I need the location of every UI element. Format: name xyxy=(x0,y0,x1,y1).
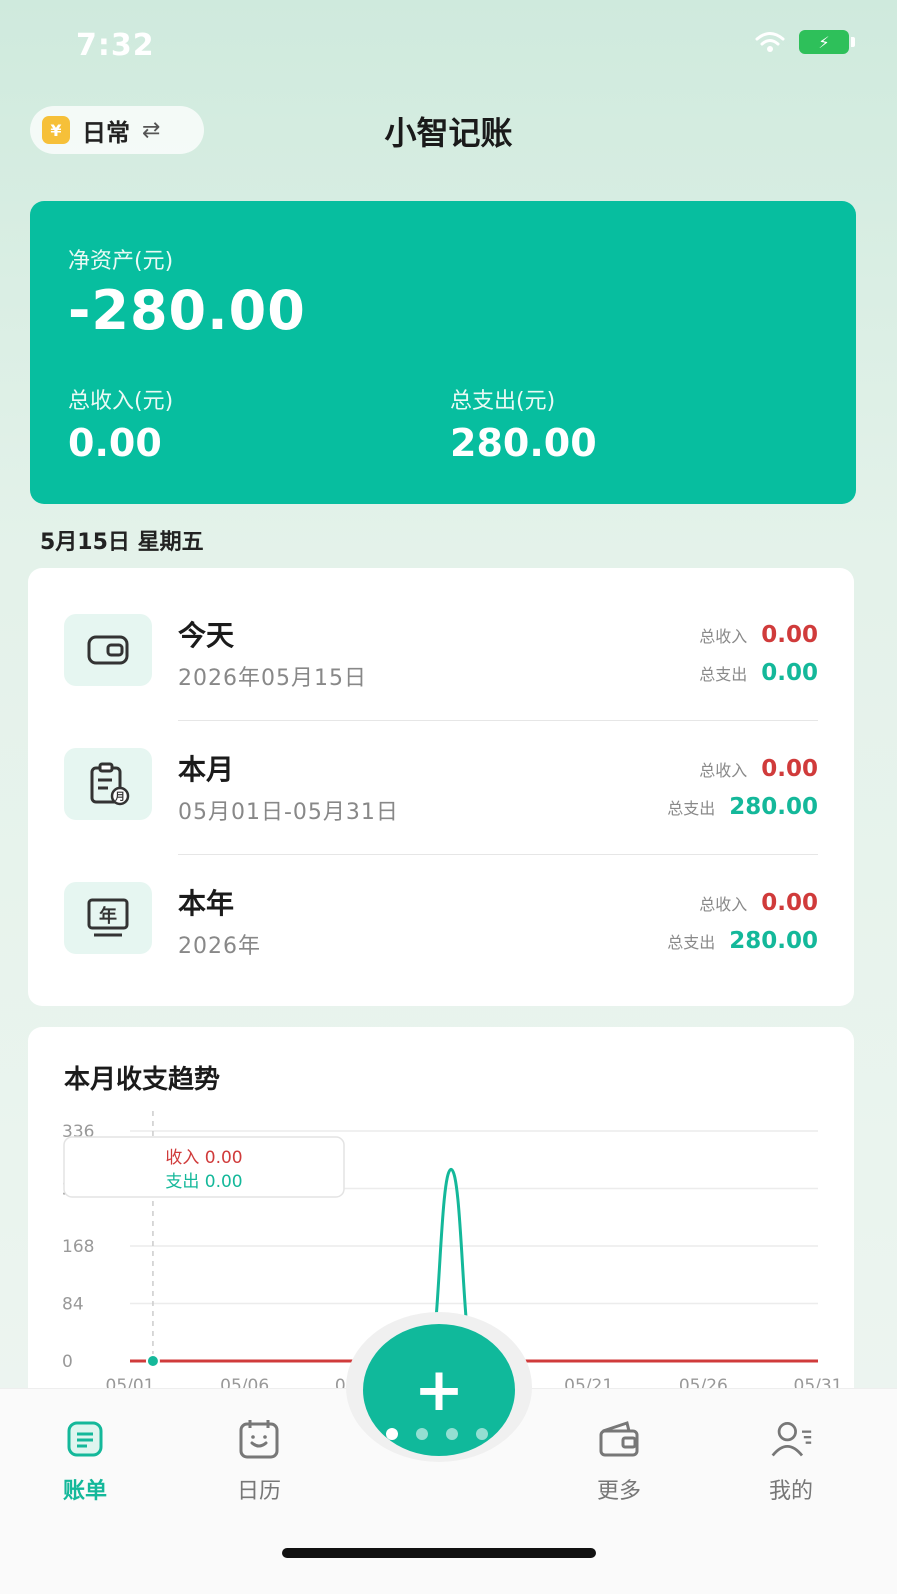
stat-expense: 总支出 280.00 xyxy=(667,928,818,954)
stat-row-month[interactable]: 月 本月 05月01日-05月31日 总收入 0.00 总支出 280.00 xyxy=(28,702,854,836)
net-asset-summary-card[interactable]: 净资产(元) -280.00 总收入(元) 0.00 总支出(元) 280.00 xyxy=(30,201,856,504)
stat-expense-value: 280.00 xyxy=(729,794,818,820)
net-asset-label: 净资产(元) xyxy=(68,249,174,274)
stat-title: 本年 xyxy=(178,887,235,920)
wifi-icon xyxy=(755,32,785,52)
tab-label: 日历 xyxy=(236,1479,281,1504)
stat-expense-value: 0.00 xyxy=(761,660,818,686)
stat-income: 总收入 0.00 xyxy=(699,756,818,782)
tooltip-expense: 支出 0.00 xyxy=(165,1172,242,1192)
wallet-icon xyxy=(597,1417,641,1461)
tab-label: 账单 xyxy=(62,1479,107,1504)
stat-expense-value: 280.00 xyxy=(729,928,818,954)
calendar-icon xyxy=(237,1417,281,1461)
stat-expense: 总支出 280.00 xyxy=(667,794,818,820)
tab-calendar[interactable]: 日历 xyxy=(204,1417,314,1505)
fab-page-dots xyxy=(386,1428,488,1440)
stat-expense: 总支出 0.00 xyxy=(699,660,818,686)
stat-title: 本月 xyxy=(178,753,235,786)
stat-income-value: 0.00 xyxy=(761,890,818,916)
profile-icon xyxy=(769,1417,813,1461)
stat-income: 总收入 0.00 xyxy=(699,622,818,648)
period-stats-card: 今天 2026年05月15日 总收入 0.00 总支出 0.00 月 本月 05… xyxy=(28,568,854,1006)
tab-bills[interactable]: 账单 xyxy=(30,1417,140,1505)
bill-icon xyxy=(63,1417,107,1461)
tab-profile[interactable]: 我的 xyxy=(736,1417,846,1505)
y-tick-label: 84 xyxy=(62,1295,84,1315)
stat-income-value: 0.00 xyxy=(761,622,818,648)
highlight-point xyxy=(145,1354,160,1368)
total-expense-label: 总支出(元) xyxy=(450,389,556,414)
svg-text:月: 月 xyxy=(114,791,125,803)
month-clipboard-icon: 月 xyxy=(64,748,152,820)
current-date: 5月15日 星期五 xyxy=(40,530,204,555)
tab-more[interactable]: 更多 xyxy=(564,1417,674,1505)
y-tick-label: 0 xyxy=(62,1352,73,1372)
total-income-label: 总收入(元) xyxy=(68,389,174,414)
app-title: 小智记账 xyxy=(384,114,513,152)
page-dot xyxy=(476,1428,488,1440)
stat-income: 总收入 0.00 xyxy=(699,890,818,916)
year-calendar-icon: 年 xyxy=(64,882,152,954)
stat-income-label: 总收入 xyxy=(699,761,748,780)
total-income-value: 0.00 xyxy=(68,421,162,465)
stat-date-range: 05月01日-05月31日 xyxy=(178,800,399,825)
stat-income-value: 0.00 xyxy=(761,756,818,782)
stat-date-range: 2026年05月15日 xyxy=(178,666,367,691)
stat-expense-label: 总支出 xyxy=(667,933,716,952)
page-dot xyxy=(416,1428,428,1440)
tab-label: 我的 xyxy=(768,1479,813,1504)
home-indicator xyxy=(282,1548,596,1558)
stat-expense-label: 总支出 xyxy=(699,665,748,684)
total-expense-value: 280.00 xyxy=(450,421,597,465)
tab-label: 更多 xyxy=(596,1479,641,1504)
net-asset-value: -280.00 xyxy=(68,279,306,342)
status-indicators: ⚡ xyxy=(755,30,855,54)
stat-expense-label: 总支出 xyxy=(667,799,716,818)
wallet-icon xyxy=(64,614,152,686)
stat-title: 今天 xyxy=(178,619,235,652)
status-time: 7:32 xyxy=(76,28,155,63)
battery-charging-icon: ⚡ xyxy=(799,30,855,54)
stat-income-label: 总收入 xyxy=(699,895,748,914)
stat-income-label: 总收入 xyxy=(699,627,748,646)
stat-row-today[interactable]: 今天 2026年05月15日 总收入 0.00 总支出 0.00 xyxy=(28,568,854,702)
tooltip-income: 收入 0.00 xyxy=(165,1148,242,1168)
page-dot xyxy=(446,1428,458,1440)
stat-date-range: 2026年 xyxy=(178,934,261,959)
y-tick-label: 168 xyxy=(62,1237,94,1257)
stat-row-year[interactable]: 年 本年 2026年 总收入 0.00 总支出 280.00 xyxy=(28,836,854,970)
svg-text:年: 年 xyxy=(99,905,117,927)
page-dot xyxy=(386,1428,398,1440)
